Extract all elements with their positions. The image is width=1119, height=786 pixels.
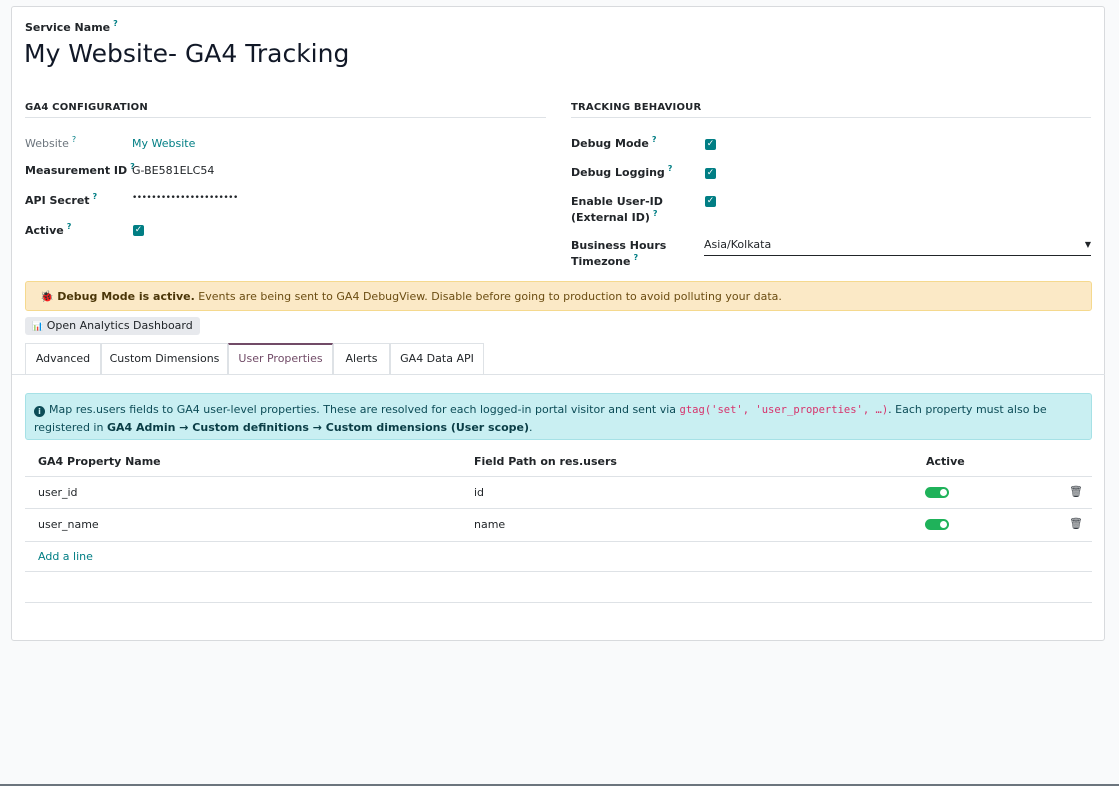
tab-advanced[interactable]: Advanced [25, 343, 101, 374]
help-icon[interactable]: ? [72, 135, 76, 144]
user-properties-info-banner: i Map res.users fields to GA4 user-level … [25, 393, 1092, 440]
open-analytics-dashboard-button[interactable]: 📊 Open Analytics Dashboard [25, 317, 200, 335]
form-sheet: Service Name? My Website- GA4 Tracking G… [11, 6, 1105, 641]
help-icon[interactable]: ? [668, 164, 673, 173]
row-2-property[interactable]: user_name [38, 518, 99, 531]
timezone-value: Asia/Kolkata [704, 238, 772, 251]
measurement-id-field[interactable]: G-BE581ELC54 [132, 164, 214, 177]
ga4-config-title: GA4 CONFIGURATION [25, 102, 148, 113]
tab-alerts[interactable]: Alerts [333, 343, 390, 374]
active-label: Active? [25, 222, 72, 237]
help-icon[interactable]: ? [652, 135, 657, 144]
table-row-divider [25, 571, 1092, 572]
row-1-active-toggle[interactable] [925, 487, 949, 498]
active-checkbox[interactable]: ✓ [133, 225, 144, 236]
add-a-line-link[interactable]: Add a line [38, 550, 93, 563]
api-secret-label: API Secret? [25, 192, 98, 207]
service-name-title[interactable]: My Website- GA4 Tracking [24, 39, 349, 68]
help-icon[interactable]: ? [653, 209, 658, 218]
tracking-divider [571, 117, 1091, 118]
user-id-checkbox[interactable]: ✓ [705, 196, 716, 207]
user-id-label-line2: (External ID)? [571, 209, 658, 224]
tab-user-properties[interactable]: User Properties [228, 343, 333, 374]
website-link[interactable]: My Website [132, 137, 195, 150]
warning-text: Events are being sent to GA4 DebugView. … [194, 290, 782, 303]
column-header-field-path[interactable]: Field Path on res.users [474, 455, 617, 468]
column-header-property[interactable]: GA4 Property Name [38, 455, 161, 468]
debug-logging-checkbox[interactable]: ✓ [705, 168, 716, 179]
table-row-divider [25, 508, 1092, 509]
service-name-label: Service Name? [25, 19, 118, 34]
user-id-label-line1: Enable User-ID [571, 195, 663, 208]
help-icon[interactable]: ? [113, 19, 118, 28]
row-1-field[interactable]: id [474, 486, 484, 499]
debug-mode-checkbox[interactable]: ✓ [705, 139, 716, 150]
bar-chart-icon: 📊 [32, 322, 44, 332]
warning-bold: Debug Mode is active. [57, 290, 195, 303]
timezone-label-line1: Business Hours [571, 239, 667, 252]
row-1-delete-trash-icon[interactable]: 🗑 [1069, 485, 1083, 498]
table-row-divider [25, 541, 1092, 542]
table-footer-divider [25, 602, 1092, 603]
caret-down-icon: ▼ [1084, 240, 1091, 249]
tab-ga4-data-api[interactable]: GA4 Data API [390, 343, 484, 374]
help-icon[interactable]: ? [93, 192, 98, 201]
column-header-active[interactable]: Active [926, 455, 965, 468]
timezone-label-line2: Timezone? [571, 253, 639, 268]
gtag-code: gtag('set', 'user_properties', …) [679, 404, 889, 416]
api-secret-field[interactable]: •••••••••••••••••••••• [132, 193, 238, 203]
row-2-field[interactable]: name [474, 518, 505, 531]
row-1-property[interactable]: user_id [38, 486, 78, 499]
table-header-divider [25, 476, 1092, 477]
timezone-select[interactable]: Asia/Kolkata ▼ [704, 236, 1091, 256]
ga4-config-divider [25, 117, 546, 118]
row-2-delete-trash-icon[interactable]: 🗑 [1069, 517, 1083, 530]
tabs-divider [12, 374, 1105, 375]
tab-custom-dimensions[interactable]: Custom Dimensions [101, 343, 228, 374]
help-icon[interactable]: ? [67, 222, 72, 231]
debug-logging-label: Debug Logging? [571, 164, 673, 179]
tracking-title: TRACKING BEHAVIOUR [571, 102, 702, 113]
measurement-id-label: Measurement ID? [25, 162, 135, 177]
row-2-active-toggle[interactable] [925, 519, 949, 530]
debug-warning-banner: 🐞 Debug Mode is active. Events are being… [25, 281, 1092, 311]
help-icon[interactable]: ? [633, 253, 638, 262]
info-icon: i [34, 406, 45, 417]
bug-icon: 🐞 [40, 290, 54, 303]
debug-mode-label: Debug Mode? [571, 135, 657, 150]
website-label: Website? [25, 135, 77, 150]
